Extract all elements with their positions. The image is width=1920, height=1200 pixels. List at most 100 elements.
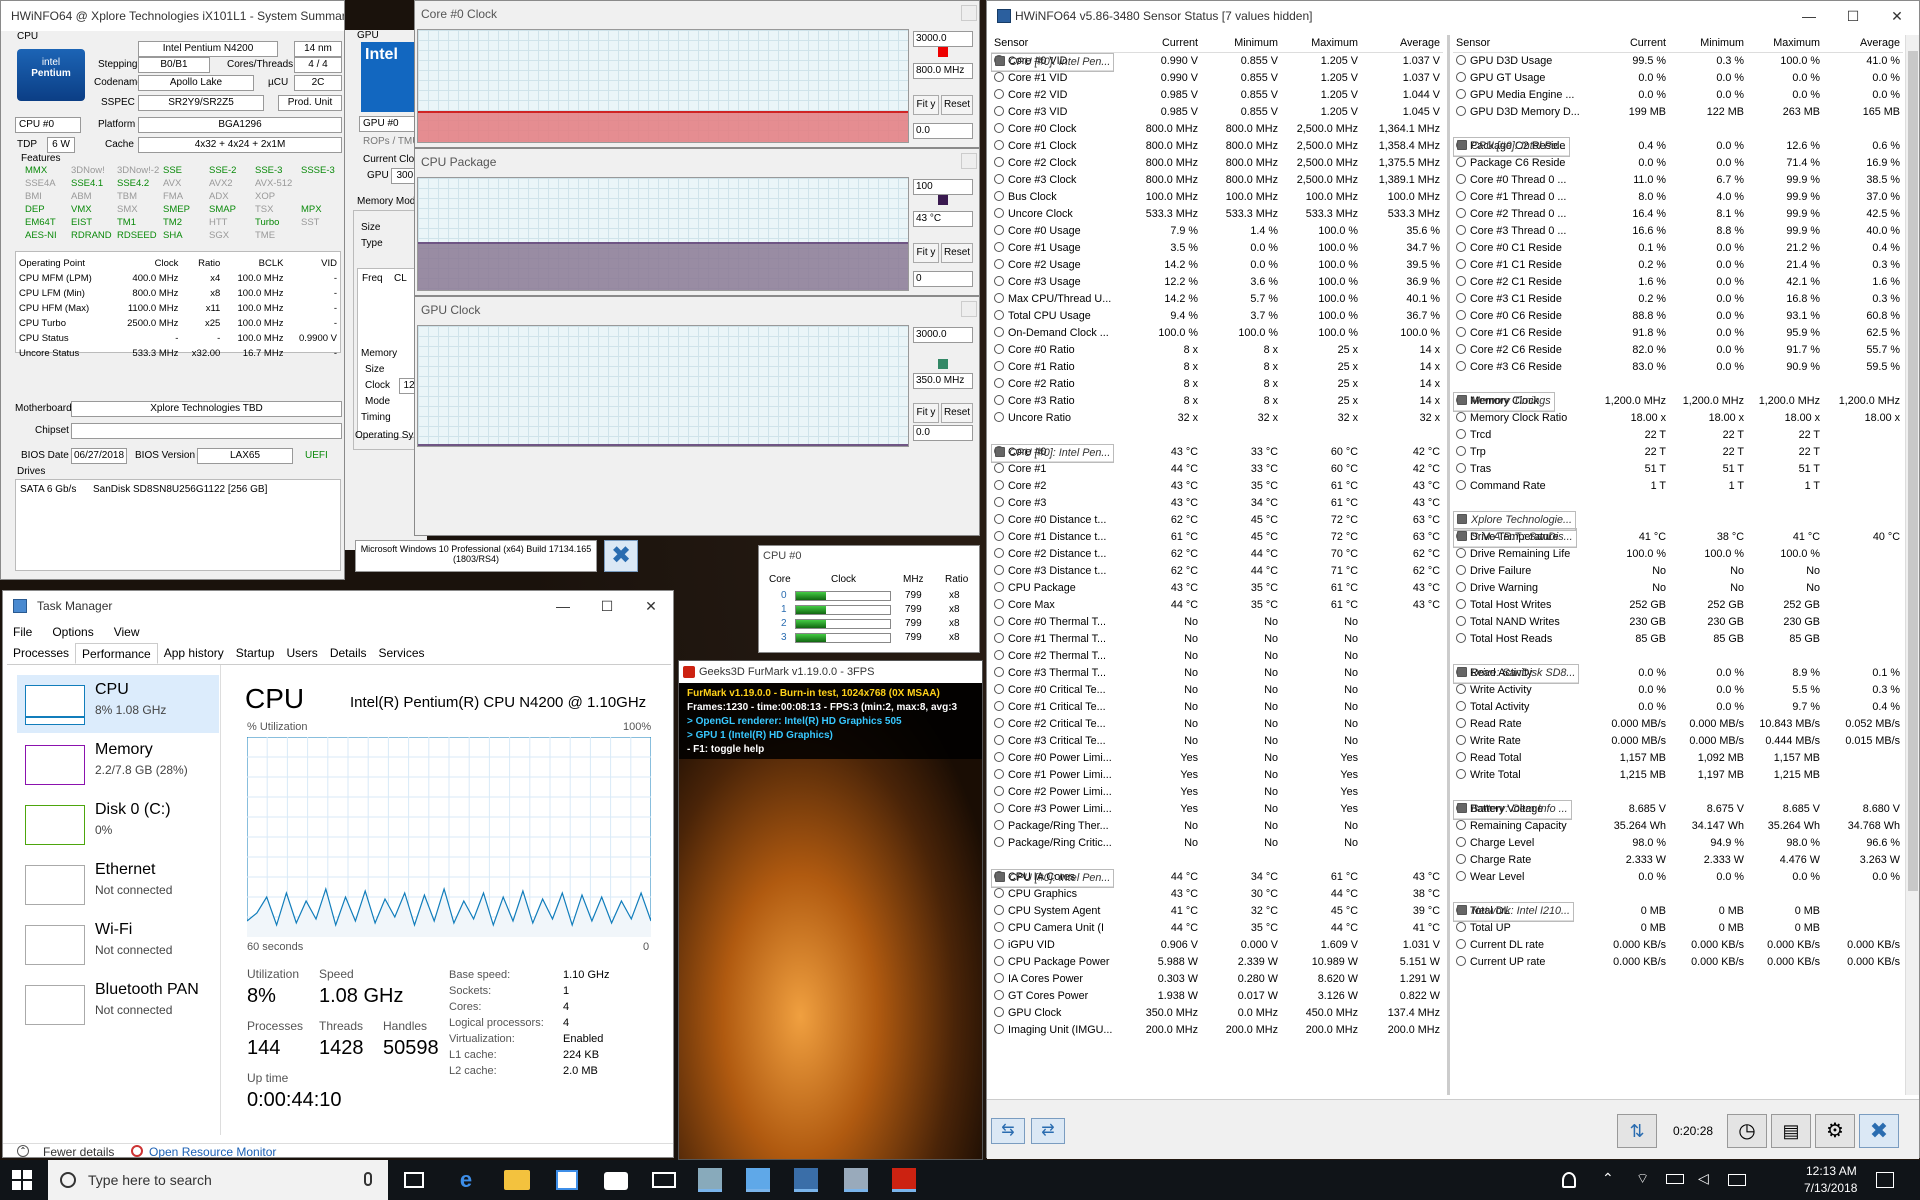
graph-fit-button[interactable]: Fit y — [913, 403, 939, 423]
sensor-group-row[interactable]: CPU [#0]: Intel Pen... — [991, 443, 1115, 463]
sensor-row[interactable]: Remaining Capacity 35.264 Wh 34.147 Wh 35.2… — [1453, 817, 1903, 834]
sensor-row[interactable]: Trcd 22 T 22 T 22 T — [1453, 426, 1903, 443]
sensor-row[interactable]: Drive Warning No No No — [1453, 579, 1903, 596]
tm-fewer-details[interactable]: Fewer details — [43, 1145, 114, 1159]
sensor-row[interactable]: Core #3 Power Limi... Yes No Yes — [991, 801, 1443, 818]
sensor-row[interactable]: Package C6 Reside 0.0 % 0.0 % 71.4 % 16.9 % — [1453, 154, 1903, 171]
tm-open-resource-monitor[interactable]: Open Resource Monitor — [149, 1145, 276, 1159]
sensor-row[interactable]: Command Rate 1 T 1 T 1 T — [1453, 477, 1903, 494]
sensor-header[interactable]: Sensor — [991, 35, 1121, 53]
graph-min-field[interactable]: 0 — [913, 271, 973, 287]
tm-menu-item[interactable]: View — [104, 621, 150, 643]
sensor-row[interactable]: Core #2 Thread 0 ... 16.4 % 8.1 % 99.9 % 42.… — [1453, 205, 1903, 222]
sensor-row[interactable]: Core #0 Critical Te... No No No — [991, 682, 1443, 699]
tm-tab[interactable]: Startup — [230, 643, 281, 664]
sensor-row[interactable]: Core #0 C1 Reside 0.1 % 0.0 % 21.2 % 0.4 % — [1453, 239, 1903, 256]
chevron-up-tray-icon[interactable]: ⌃ — [1602, 1170, 1614, 1187]
sensor-row[interactable]: Write Total 1,215 MB 1,197 MB 1,215 MB — [1453, 766, 1903, 783]
sensor-row[interactable]: Drive Remaining Life 100.0 % 100.0 % 100.0 … — [1453, 545, 1903, 562]
tm-tab[interactable]: Details — [324, 643, 373, 664]
sensor-row[interactable]: Core #2 43 °C 35 °C 61 °C 43 °C — [991, 478, 1443, 495]
graph-color-swatch[interactable] — [938, 359, 948, 369]
chevron-up-icon[interactable]: ⌃ — [17, 1145, 29, 1157]
sensor-row[interactable]: Total Activity 0.0 % 0.0 % 9.7 % 0.4 % — [1453, 698, 1903, 715]
arrows-left-icon[interactable]: ⇆ — [991, 1118, 1025, 1144]
sensor-group-row[interactable]: CPU [#0]: Intel Pen... — [991, 868, 1115, 888]
sensor-minimize-button[interactable]: — — [1787, 1, 1831, 31]
tm-side-item[interactable]: Disk 0 (C:) 0% — [17, 795, 219, 853]
sensor-row[interactable]: CPU Package 43 °C 35 °C 61 °C 43 °C — [991, 580, 1443, 597]
network-icon[interactable]: ⇅ — [1617, 1114, 1657, 1148]
sensor-row[interactable]: Core #1 Distance t... 61 °C 45 °C 72 °C 63 °… — [991, 529, 1443, 546]
graph-color-swatch[interactable] — [938, 47, 948, 57]
sensor-row[interactable]: Core #2 Thermal T... No No No — [991, 648, 1443, 665]
sensor-row[interactable]: Core #3 C1 Reside 0.2 % 0.0 % 16.8 % 0.3 % — [1453, 290, 1903, 307]
tm-side-item[interactable]: CPU 8% 1.08 GHz — [17, 675, 219, 733]
sensor-row[interactable]: Core #1 C1 Reside 0.2 % 0.0 % 21.4 % 0.3 % — [1453, 256, 1903, 273]
windows-start-icon[interactable] — [12, 1170, 32, 1190]
graph-max-field[interactable]: 3000.0 — [913, 31, 973, 47]
sensor-row[interactable]: Write Activity 0.0 % 0.0 % 5.5 % 0.3 % — [1453, 681, 1903, 698]
sensor-row[interactable]: Core #2 Clock 800.0 MHz 800.0 MHz 2,500.0 M… — [991, 155, 1443, 172]
clock-icon[interactable]: ◷ — [1727, 1114, 1767, 1148]
sensor-scrollbar[interactable] — [1905, 35, 1919, 1095]
sensor-row[interactable]: Wear Level 0.0 % 0.0 % 0.0 % 0.0 % — [1453, 868, 1903, 885]
sensor-row[interactable]: Core #2 Ratio 8 x 8 x 25 x 14 x — [991, 376, 1443, 393]
sensor-header[interactable]: Current — [1121, 35, 1201, 53]
drive-entry[interactable]: SATA 6 Gb/s SanDisk SD8SN8U256G1122 [256… — [20, 484, 267, 495]
sensor-row[interactable]: Core #3 Thermal T... No No No — [991, 665, 1443, 682]
sensor-taskbar-icon[interactable] — [794, 1168, 818, 1192]
gear-icon[interactable]: ⚙ — [1815, 1114, 1855, 1148]
sensor-header[interactable]: Maximum — [1747, 35, 1823, 53]
sensor-row[interactable]: Current DL rate 0.000 KB/s 0.000 KB/s 0.000… — [1453, 936, 1903, 953]
sensor-row[interactable]: Max CPU/Thread U... 14.2 % 5.7 % 100.0 % 40.… — [991, 291, 1443, 308]
microphone-icon[interactable] — [364, 1172, 372, 1186]
sensor-row[interactable]: Core #1 Thermal T... No No No — [991, 631, 1443, 648]
sensor-header[interactable]: Current — [1589, 35, 1669, 53]
tm-tab[interactable]: Users — [280, 643, 323, 664]
sensor-row[interactable]: Drive Failure No No No — [1453, 562, 1903, 579]
search-box[interactable]: Type here to search — [48, 1160, 388, 1200]
graph-max-field[interactable]: 3000.0 — [913, 327, 973, 343]
graph-close-button[interactable] — [961, 301, 977, 317]
sensor-row[interactable]: GPU D3D Usage 99.5 % 0.3 % 100.0 % 41.0 % — [1453, 52, 1903, 69]
graph-close-button[interactable] — [961, 153, 977, 169]
collapse-icon[interactable]: ⇄ — [1031, 1118, 1065, 1144]
sensor-group-row[interactable]: CPU [#0]: Intel Pen... — [991, 52, 1115, 72]
sensor-row[interactable]: Read Rate 0.000 MB/s 0.000 MB/s 10.843 MB/s… — [1453, 715, 1903, 732]
sensor-row[interactable]: Total Host Reads 85 GB 85 GB 85 GB — [1453, 630, 1903, 647]
sensor-row[interactable]: Total NAND Writes 230 GB 230 GB 230 GB — [1453, 613, 1903, 630]
sensor-row[interactable]: Total CPU Usage 9.4 % 3.7 % 100.0 % 36.7 % — [991, 308, 1443, 325]
tm-maximize-button[interactable]: ☐ — [585, 591, 629, 621]
sensor-header[interactable]: Minimum — [1669, 35, 1747, 53]
tray-time[interactable]: 12:13 AM — [1806, 1164, 1857, 1178]
tm-side-item[interactable]: Wi-Fi Not connected — [17, 915, 219, 973]
sensor-row[interactable]: Core #1 C6 Reside 91.8 % 0.0 % 95.9 % 62.5 % — [1453, 324, 1903, 341]
sensor-row[interactable]: Memory Clock Ratio 18.00 x 18.00 x 18.00 x 1… — [1453, 409, 1903, 426]
cpu-select[interactable]: CPU #0 — [15, 117, 81, 133]
sensor-row[interactable]: Bus Clock 100.0 MHz 100.0 MHz 100.0 MHz 100.… — [991, 189, 1443, 206]
sensor-row[interactable]: Core #3 Usage 12.2 % 3.6 % 100.0 % 36.9 % — [991, 274, 1443, 291]
sensor-row[interactable]: Core #0 C6 Reside 88.8 % 0.0 % 93.1 % 60.8 % — [1453, 307, 1903, 324]
sensor-row[interactable]: Charge Rate 2.333 W 2.333 W 4.476 W 3.263 W — [1453, 851, 1903, 868]
tm-close-button[interactable]: ✕ — [629, 591, 673, 621]
sensor-row[interactable]: Uncore Clock 533.3 MHz 533.3 MHz 533.3 MHz 5… — [991, 206, 1443, 223]
sensor-row[interactable]: Core #2 Critical Te... No No No — [991, 716, 1443, 733]
sensor-row[interactable]: GT Cores Power 1.938 W 0.017 W 3.126 W 0.822… — [991, 988, 1443, 1005]
sensor-row[interactable]: IA Cores Power 0.303 W 0.280 W 8.620 W 1.291… — [991, 971, 1443, 988]
sensor-row[interactable]: Total Host Writes 252 GB 252 GB 252 GB — [1453, 596, 1903, 613]
volume-tray-icon[interactable]: ◁ — [1698, 1170, 1709, 1187]
tray-date[interactable]: 7/13/2018 — [1804, 1181, 1857, 1195]
tm-side-item[interactable]: Memory 2.2/7.8 GB (28%) — [17, 735, 219, 793]
graph-reset-button[interactable]: Reset — [941, 243, 973, 263]
sensor-row[interactable]: Core #3 Critical Te... No No No — [991, 733, 1443, 750]
sensor-row[interactable]: Core #2 Power Limi... Yes No Yes — [991, 784, 1443, 801]
graph-max-field[interactable]: 100 — [913, 179, 973, 195]
tm-menu-item[interactable]: File — [3, 621, 42, 643]
gpu-select[interactable]: GPU #0 — [359, 116, 415, 132]
sensor-row[interactable]: CPU Package Power 5.988 W 2.339 W 10.989 W 5… — [991, 954, 1443, 971]
sensor-row[interactable]: Core #1 Ratio 8 x 8 x 25 x 14 x — [991, 359, 1443, 376]
camera-icon[interactable] — [604, 1172, 628, 1190]
sensor-header[interactable]: Average — [1823, 35, 1903, 53]
sensor-row[interactable]: Core #1 Power Limi... Yes No Yes — [991, 767, 1443, 784]
